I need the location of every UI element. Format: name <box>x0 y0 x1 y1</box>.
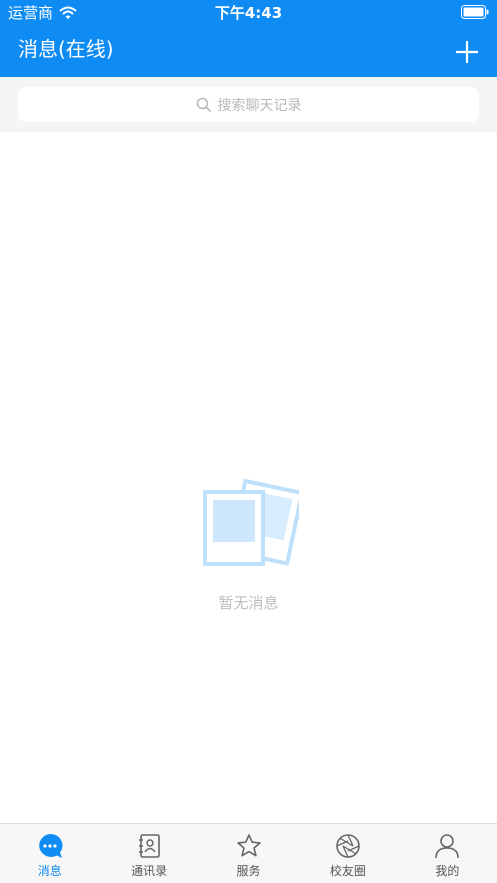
search-icon <box>196 97 211 112</box>
tab-bar: 消息 通讯录 服务 校友圈 我的 <box>0 823 497 883</box>
empty-state: 暂无消息 <box>0 478 497 613</box>
tab-alumni[interactable]: 校友圈 <box>298 824 397 883</box>
chat-icon <box>38 833 63 858</box>
contacts-icon <box>139 834 160 858</box>
aperture-icon <box>336 834 360 858</box>
tab-label: 我的 <box>435 864 460 878</box>
nav-bar: 消息(在线) <box>0 30 497 74</box>
tab-messages[interactable]: 消息 <box>0 824 99 883</box>
battery-icon <box>461 5 489 19</box>
add-button[interactable] <box>455 40 479 64</box>
search-placeholder: 搜索聊天记录 <box>217 97 302 114</box>
empty-message: 暂无消息 <box>218 594 279 612</box>
photo-frames-icon <box>202 478 299 566</box>
tab-label: 校友圈 <box>329 864 366 878</box>
tab-label: 消息 <box>37 864 62 878</box>
tab-label: 通讯录 <box>131 864 168 878</box>
search-input[interactable]: 搜索聊天记录 <box>18 87 479 122</box>
star-icon <box>236 834 261 857</box>
tab-profile[interactable]: 我的 <box>398 824 497 883</box>
person-icon <box>435 834 460 859</box>
tab-contacts[interactable]: 通讯录 <box>99 824 198 883</box>
tab-label: 服务 <box>236 864 261 878</box>
status-bar: 运营商 下午4:43 <box>0 0 497 26</box>
status-time: 下午4:43 <box>214 4 283 22</box>
top-bar: 运营商 下午4:43 消息(在线) <box>0 0 497 77</box>
tab-services[interactable]: 服务 <box>199 824 298 883</box>
search-area: 搜索聊天记录 <box>0 77 497 132</box>
page-title: 消息(在线) <box>18 37 114 61</box>
